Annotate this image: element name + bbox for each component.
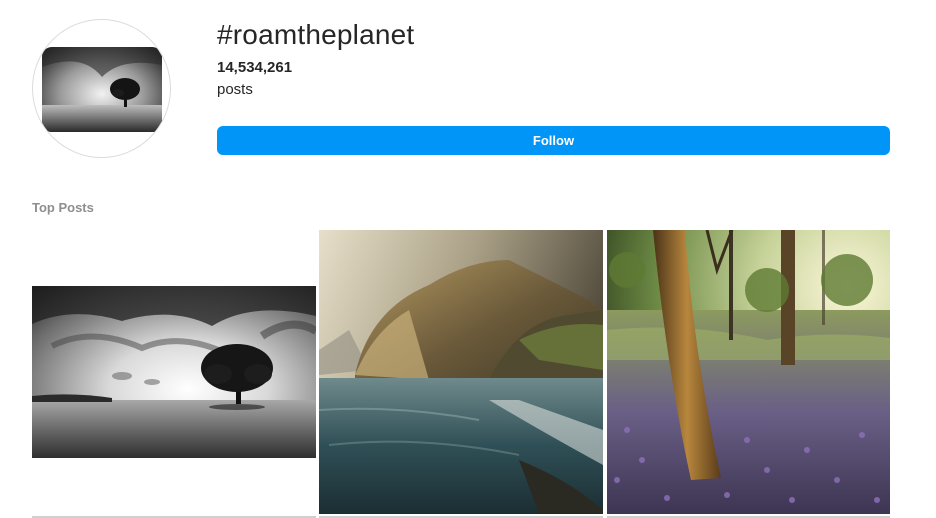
- avatar-photo: [42, 47, 162, 132]
- black-and-white-tree-photo: [32, 286, 316, 458]
- coastal-cliff-sea-photo: [319, 230, 603, 514]
- top-post-3[interactable]: [607, 230, 890, 514]
- forest-bluebell-trees-photo: [607, 230, 890, 514]
- hashtag-avatar: [32, 19, 171, 158]
- top-post-2[interactable]: [319, 230, 603, 514]
- follow-button[interactable]: Follow: [217, 126, 890, 155]
- top-post-1[interactable]: [32, 286, 316, 458]
- hashtag-page: #roamtheplanet 14,534,261 posts Follow T…: [0, 0, 936, 518]
- top-posts-heading: Top Posts: [32, 200, 94, 215]
- post-count-label: posts: [217, 81, 253, 98]
- hashtag-title: #roamtheplanet: [217, 19, 415, 50]
- post-count: 14,534,261: [217, 59, 293, 76]
